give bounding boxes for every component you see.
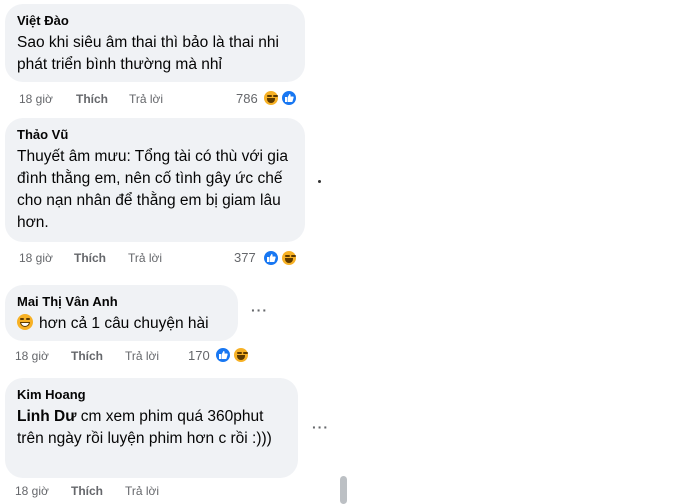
more-options-icon[interactable]: ··· [251, 302, 268, 318]
comment-author[interactable]: Thảo Vũ [17, 126, 293, 143]
comment-actions: 18 giờ Thích Trả lời 170 [15, 346, 245, 366]
like-button[interactable]: Thích [76, 89, 108, 109]
reaction-count[interactable]: 377 [234, 248, 256, 268]
comment-timestamp[interactable]: 18 giờ [15, 481, 49, 501]
comment-actions: 18 giờ Thích Trả lời [15, 481, 245, 501]
like-icon[interactable] [214, 346, 232, 364]
more-options-icon[interactable]: ··· [312, 419, 329, 435]
comment-text-body: hơn cả 1 câu chuyện hài [39, 315, 209, 332]
reply-button[interactable]: Trả lời [129, 89, 163, 109]
comment-text: hơn cả 1 câu chuyện hài [17, 313, 226, 335]
comment-author[interactable]: Mai Thị Vân Anh [17, 293, 226, 310]
haha-icon[interactable] [232, 346, 250, 364]
comment-bubble: Việt Đào Sao khi siêu âm thai thì bảo là… [5, 4, 305, 82]
haha-icon[interactable] [280, 249, 298, 267]
comment-bubble: Mai Thị Vân Anh hơn cả 1 câu chuyện hài [5, 285, 238, 341]
like-icon[interactable] [262, 249, 280, 267]
reaction-count[interactable]: 786 [236, 89, 258, 109]
reply-button[interactable]: Trả lời [128, 248, 162, 268]
comment-author[interactable]: Kim Hoang [17, 386, 286, 403]
like-icon[interactable] [280, 89, 298, 107]
reply-button[interactable]: Trả lời [125, 481, 159, 501]
stray-dot [318, 180, 321, 183]
comment-text: Linh Dư cm xem phim quá 360phut trên ngà… [17, 406, 289, 450]
reply-button[interactable]: Trả lời [125, 346, 159, 366]
like-button[interactable]: Thích [71, 346, 103, 366]
comment-timestamp[interactable]: 18 giờ [19, 248, 53, 268]
mention-link[interactable]: Linh Dư [17, 408, 76, 425]
comment-text: Thuyết âm mưu: Tổng tài có thù với gia đ… [17, 148, 288, 231]
scrollbar-thumb[interactable] [340, 476, 347, 504]
like-button[interactable]: Thích [74, 248, 106, 268]
like-button[interactable]: Thích [71, 481, 103, 501]
haha-icon[interactable] [262, 89, 280, 107]
comment-bubble: Thảo Vũ Thuyết âm mưu: Tổng tài có thù v… [5, 118, 305, 242]
laughing-emoji-icon [17, 314, 33, 330]
comment-bubble: Kim Hoang Linh Dư cm xem phim quá 360phu… [5, 378, 298, 478]
comment-timestamp[interactable]: 18 giờ [15, 346, 49, 366]
comment-timestamp[interactable]: 18 giờ [19, 89, 53, 109]
comment-author[interactable]: Việt Đào [17, 12, 293, 29]
comment-text: Sao khi siêu âm thai thì bảo là thai nhi… [17, 34, 279, 73]
reaction-count[interactable]: 170 [188, 346, 210, 366]
